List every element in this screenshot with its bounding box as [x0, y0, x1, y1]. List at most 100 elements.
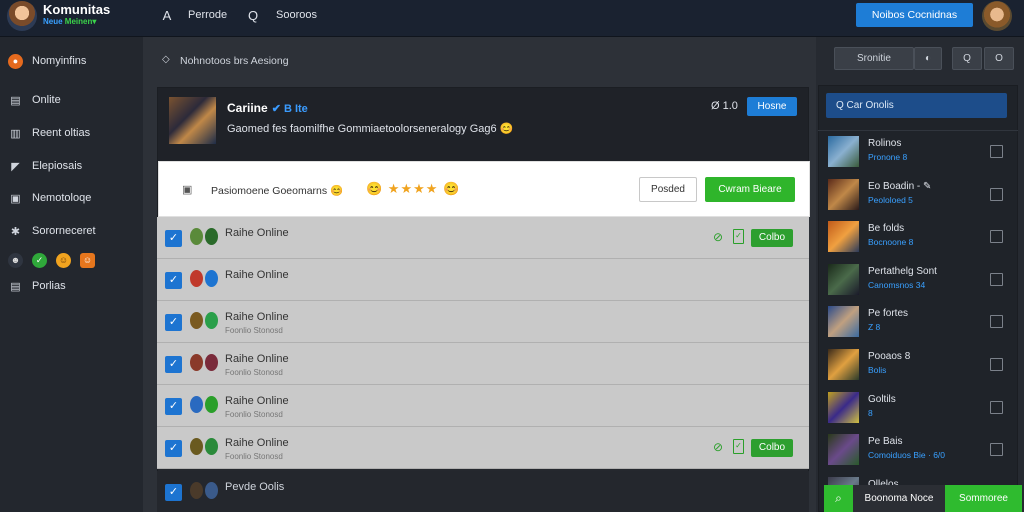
document-icon[interactable]: ✓	[733, 439, 744, 454]
row-checkbox[interactable]: ✓	[165, 272, 182, 289]
sidebar-item-reent-oltias[interactable]: ▥ Reent oltias	[8, 124, 90, 142]
search-button[interactable]: Q	[952, 47, 982, 70]
panel-footer-button[interactable]: Sommoree	[945, 485, 1022, 512]
item-subtitle: Bocnoone 8	[868, 237, 914, 248]
item-subtitle: Z 8	[868, 322, 881, 333]
sidebar-item-nemotoloqe[interactable]: ▣ Nemotoloqe	[8, 189, 91, 207]
row-checkbox[interactable]: ✓	[165, 398, 182, 415]
table-row[interactable]: ✓ Raihe Online ⊘ ✓ Colbo	[157, 217, 809, 259]
item-title: Pooaos 8	[868, 351, 911, 362]
item-checkbox[interactable]	[990, 272, 1003, 286]
breadcrumb[interactable]: Nohnotoos brs Aesiong	[180, 55, 289, 67]
item-checkbox[interactable]	[990, 315, 1003, 329]
table-row[interactable]: ✓ Raihe Online	[157, 259, 809, 301]
a-icon[interactable]: A	[159, 8, 175, 24]
item-subtitle: 8	[868, 407, 873, 418]
table-row[interactable]: ✓ Pevde Oolis	[157, 471, 809, 512]
puzzle-icon: ✱	[10, 225, 21, 238]
home-icon: ▥	[10, 127, 21, 140]
list-item[interactable]: Pe Bais Comoiduos Bie · 6/0	[828, 432, 1008, 468]
panel-search-input[interactable]: Q Car Onolis	[826, 93, 1007, 118]
list-item[interactable]: Rolinos Pronone 8	[828, 134, 1008, 170]
table-row[interactable]: ✓ Raihe Online Foonlio Stonosd ⊘ ✓ Colbo	[157, 427, 809, 469]
item-checkbox[interactable]	[990, 145, 1003, 158]
sidebar-item-elepiosais[interactable]: ◤ Elepiosais	[8, 157, 82, 175]
item-subtitle: Comoiduos Bie · 6/0	[868, 450, 946, 461]
list-item[interactable]: Pertathelg Sont Canomsnos 34	[828, 262, 1008, 298]
toggle-icon[interactable]: ◐	[914, 47, 942, 70]
item-checkbox[interactable]	[990, 187, 1003, 201]
row-action-button[interactable]: Colbo	[751, 229, 793, 247]
rating-stars[interactable]: 😊 ★★★★ 😊	[366, 181, 460, 197]
row-name: Raihe Online	[225, 227, 289, 239]
item-checkbox[interactable]	[990, 230, 1003, 244]
document-icon[interactable]: ✓	[733, 229, 744, 244]
item-thumbnail	[828, 136, 859, 167]
filter-dropdown[interactable]: Sronitie	[834, 47, 914, 70]
sidebar-item-label: Nomyinfins	[32, 55, 87, 67]
avatar	[205, 228, 218, 245]
link-icon[interactable]: ⊘	[713, 230, 723, 244]
community-avatar[interactable]	[7, 1, 37, 31]
emoji-icon-ghost[interactable]: ☻	[8, 252, 23, 268]
item-thumbnail	[828, 391, 859, 423]
list-item[interactable]: Be folds Bocnoone 8	[828, 219, 1008, 255]
notice-bar: ▣ Pasiomoene Goeomarns 😊 😊 ★★★★ 😊 Posded…	[158, 161, 810, 217]
group-image[interactable]	[169, 97, 216, 144]
list-item[interactable]: Goltils 8	[828, 390, 1008, 426]
nav-item-sooroos[interactable]: Sooroos	[276, 9, 317, 21]
search-icon[interactable]: Q	[245, 8, 261, 24]
item-checkbox[interactable]	[990, 358, 1003, 371]
row-checkbox[interactable]: ✓	[165, 230, 182, 247]
search-icon[interactable]: ⌕	[824, 485, 853, 512]
item-title: Pe Bais	[868, 436, 903, 448]
notice-text-label: Pasiomoene Goeomarns	[211, 185, 328, 197]
list-item[interactable]: Pooaos 8 Bolis	[828, 347, 1008, 383]
item-checkbox[interactable]	[990, 443, 1003, 457]
item-checkbox[interactable]	[990, 400, 1003, 414]
item-title: Pe fortes	[868, 308, 909, 320]
brand-name[interactable]: Komunitas	[43, 2, 110, 17]
emoji-icon-smile[interactable]: ☺	[56, 252, 71, 268]
sidebar-item-onlite[interactable]: ▤ Onlite	[8, 91, 60, 109]
brand-subtitle: Neue Meinen▾	[43, 17, 96, 26]
emoji-icon-green[interactable]: ✓	[32, 252, 47, 268]
sidebar-item-porlias[interactable]: ▤ Porlias	[8, 277, 65, 295]
member-count: Ø 1.0	[711, 100, 738, 112]
row-checkbox[interactable]: ✓	[165, 484, 182, 501]
list-icon: ▤	[10, 94, 21, 107]
avatar	[205, 438, 218, 455]
panel-footer-label[interactable]: Boonoma Noce	[853, 485, 945, 512]
avatar	[205, 482, 218, 499]
reject-button[interactable]: Posded	[639, 177, 697, 202]
home-button[interactable]: Hosne	[747, 97, 797, 116]
item-thumbnail	[828, 306, 859, 338]
row-action-button[interactable]: Colbo	[751, 439, 793, 457]
brand-sub-text: Neue	[43, 17, 65, 26]
sidebar-item-label: Reent oltias	[32, 127, 91, 139]
avatar	[190, 482, 203, 499]
table-row[interactable]: ✓ Raihe Online Foonlio Stonosd	[157, 343, 809, 385]
back-chevron-icon[interactable]: ◇	[162, 54, 170, 65]
user-avatar[interactable]	[982, 1, 1012, 31]
sidebar-item-nomyinfins[interactable]: ● Nomyinfins	[8, 52, 86, 70]
row-checkbox[interactable]: ✓	[165, 440, 182, 457]
row-checkbox[interactable]: ✓	[165, 314, 182, 331]
sidebar-item-label: Elepiosais	[32, 160, 83, 172]
item-thumbnail	[828, 263, 859, 295]
accept-button[interactable]: Cwram Bieare	[705, 177, 795, 202]
list-item[interactable]: Pe fortes Z 8	[828, 304, 1008, 340]
table-row[interactable]: ✓ Raihe Online Foonlio Stonosd	[157, 301, 809, 343]
folder-icon: ▤	[10, 280, 21, 293]
top-cta-button[interactable]: Noibos Cocnidnas	[856, 3, 973, 27]
link-icon[interactable]: ⊘	[713, 440, 723, 454]
table-row[interactable]: ✓ Raihe Online Foonlio Stonosd	[157, 385, 809, 427]
row-name: Pevde Oolis	[225, 481, 285, 493]
row-checkbox[interactable]: ✓	[165, 356, 182, 373]
sidebar-item-sororneceret[interactable]: ✱ Sororneceret	[8, 222, 96, 240]
nav-item-perrode[interactable]: Perrode	[188, 9, 227, 21]
emoji-icon-orange[interactable]: ☺	[80, 252, 95, 268]
group-title[interactable]: Cariine ✔ B Ite	[227, 101, 308, 115]
list-item[interactable]: Eo Boadin - ✎ Peololoed 5	[828, 177, 1008, 213]
menu-button[interactable]: O	[984, 47, 1014, 70]
